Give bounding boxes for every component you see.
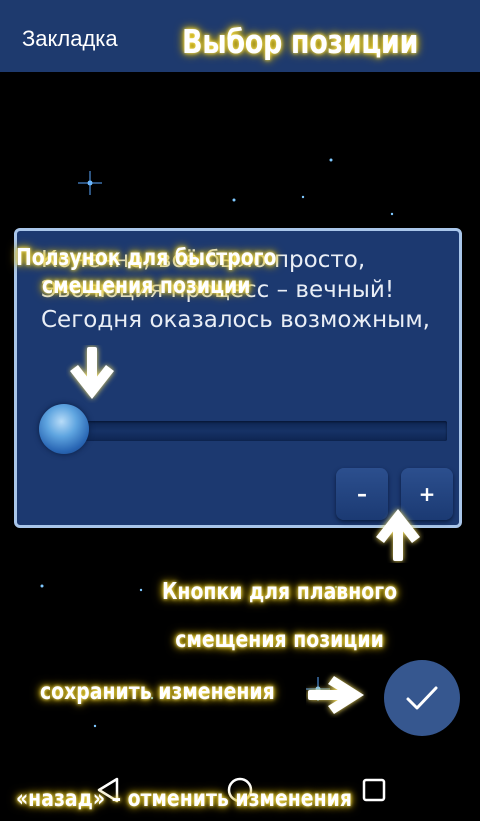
annotation-slider-line1: Ползунок для быстрого <box>16 245 277 271</box>
annotation-save: сохранить изменения <box>40 679 275 705</box>
arrow-right-icon <box>308 676 364 714</box>
annotation-buttons-line2: смещения позиции <box>175 627 384 653</box>
annotation-title: Выбор позиции <box>182 22 418 61</box>
check-icon <box>406 686 438 710</box>
annotation-slider: Ползунок для быстрого смещения позиции <box>16 244 276 300</box>
annotation-back: «назад» – отменить изменения <box>16 786 352 812</box>
annotation-buttons-line1: Кнопки для плавного <box>162 579 398 605</box>
app-title: Закладка <box>22 26 118 51</box>
square-recents-icon[interactable] <box>360 776 388 804</box>
arrow-down-icon <box>70 347 114 399</box>
annotation-slider-line2: смещения позиции <box>41 273 251 299</box>
position-slider-thumb[interactable] <box>39 404 89 454</box>
annotation-buttons: Кнопки для плавного смещения позиции <box>162 568 397 664</box>
arrow-up-icon <box>376 509 420 561</box>
position-slider-track[interactable] <box>57 421 447 441</box>
save-button[interactable] <box>384 660 460 736</box>
